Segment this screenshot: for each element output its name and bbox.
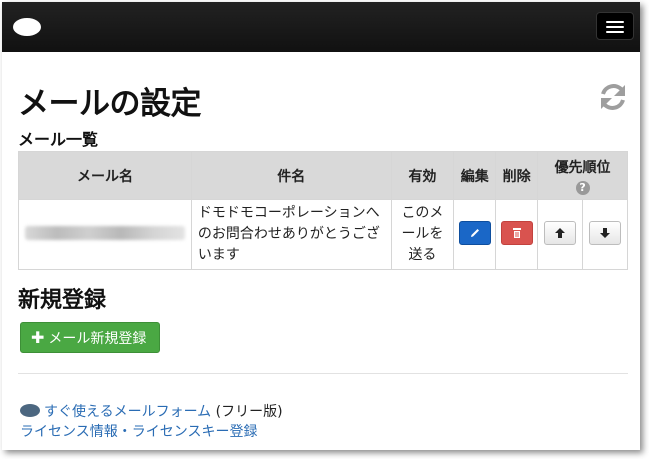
pencil-icon	[470, 228, 479, 237]
subject-line: います	[197, 247, 240, 263]
column-header-delete: 削除	[495, 151, 539, 200]
product-logo-icon	[20, 404, 40, 417]
mail-subject-cell: ドモドモコーポレーションへ のお問合わせありがとうござ います	[190, 199, 392, 270]
brand-logo-icon[interactable]	[13, 18, 41, 36]
page-title: メールの設定	[18, 86, 202, 122]
arrow-down-icon	[600, 227, 611, 238]
footer-license-line: ライセンス情報・ライセンスキー登録	[20, 421, 257, 441]
column-header-edit: 編集	[453, 151, 497, 200]
column-header-enabled: 有効	[390, 151, 455, 200]
mail-name-cell	[18, 199, 192, 270]
enabled-line: ールを	[401, 226, 444, 242]
mail-name-redacted	[24, 225, 185, 240]
subject-line: ドモドモコーポレーションへ	[197, 205, 380, 221]
move-down-cell	[582, 199, 628, 270]
enabled-line: 送る	[408, 247, 437, 263]
delete-button[interactable]	[500, 220, 533, 245]
hamburger-bar	[606, 21, 624, 23]
trash-icon	[512, 227, 521, 238]
license-separator: ・	[117, 424, 132, 440]
enabled-line: このメ	[401, 205, 444, 221]
table-row: ドモドモコーポレーションへ のお問合わせありがとうござ います このメ ールを …	[18, 199, 628, 270]
add-mail-button-label: メール新規登録	[48, 331, 147, 347]
license-register-link[interactable]: ライセンスキー登録	[132, 424, 258, 440]
move-up-cell	[537, 199, 584, 270]
navbar	[2, 2, 640, 52]
new-registration-heading: 新規登録	[18, 288, 107, 313]
help-icon[interactable]: ?	[575, 180, 590, 195]
edit-cell	[453, 199, 497, 270]
plus-icon: ✚	[31, 328, 45, 347]
column-header-priority: 優先順位 ?	[537, 151, 628, 200]
license-info-link[interactable]: ライセンス情報	[20, 424, 118, 440]
menu-toggle-button[interactable]	[596, 12, 634, 40]
window-frame: メールの設定 メール一覧 メール名 件名 有効 編集 削除 優先順位 ? ドモド…	[2, 2, 640, 450]
hamburger-bar	[606, 26, 624, 28]
move-up-button[interactable]	[544, 220, 577, 245]
footer-product-line: すぐ使えるメールフォーム (フリー版)	[20, 401, 283, 421]
product-edition: (フリー版)	[215, 404, 283, 420]
arrow-up-icon	[555, 227, 566, 238]
move-down-button[interactable]	[589, 220, 622, 245]
delete-cell	[495, 199, 539, 270]
table-header-row: メール名 件名 有効 編集 削除 優先順位 ?	[18, 151, 628, 200]
hamburger-bar	[606, 31, 624, 33]
mail-enabled-cell: このメ ールを 送る	[390, 199, 455, 270]
column-header-name: メール名	[18, 151, 192, 200]
add-mail-button[interactable]: ✚ メール新規登録	[20, 322, 160, 353]
column-header-subject: 件名	[190, 151, 392, 200]
edit-button[interactable]	[458, 220, 491, 245]
priority-header-label: 優先順位	[554, 159, 611, 176]
mail-list-heading: メール一覧	[18, 130, 99, 149]
refresh-icon[interactable]	[598, 82, 628, 112]
divider	[18, 373, 628, 374]
subject-line: のお問合わせありがとうござ	[197, 226, 380, 242]
mail-table: メール名 件名 有効 編集 削除 優先順位 ? ドモドモコーポレーションへ のお…	[18, 151, 628, 270]
product-link[interactable]: すぐ使えるメールフォーム	[44, 404, 211, 420]
